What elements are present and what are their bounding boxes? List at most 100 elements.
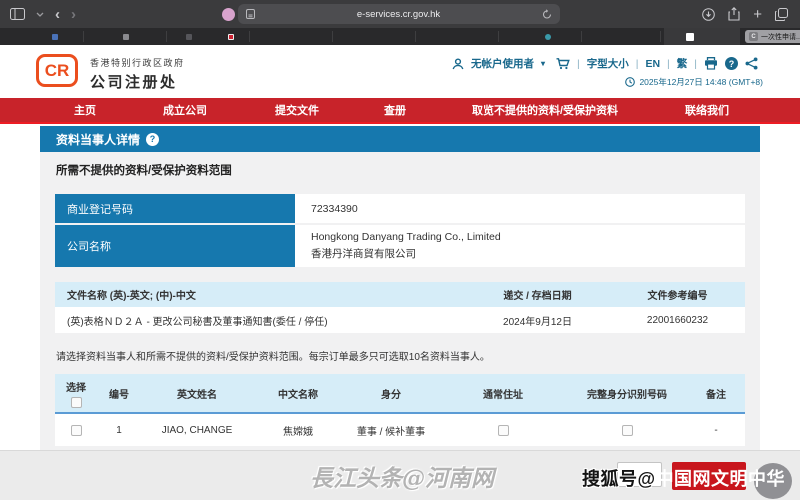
col-no: 编号: [109, 389, 129, 401]
tab-overview-icon[interactable]: [775, 7, 788, 21]
company-name-en: Hongkong Danyang Trading Co., Limited: [311, 231, 501, 243]
col-doc-date: 递交 / 存档日期: [503, 291, 572, 302]
separator: |: [576, 57, 580, 70]
col-address: 通常住址: [483, 389, 523, 401]
print-icon[interactable]: [704, 57, 718, 70]
col-select: 选择: [66, 382, 86, 394]
reader-view-icon[interactable]: [246, 9, 255, 19]
utility-bar: 无帐户使用者 ▾ | 字型大小 | EN | 繁 | ?: [452, 56, 758, 71]
sidebar-icon[interactable]: [10, 8, 25, 20]
address-bar[interactable]: e-services.cr.gov.hk: [238, 4, 560, 24]
font-size-control[interactable]: 字型大小: [587, 56, 629, 71]
help-icon[interactable]: ?: [725, 57, 738, 70]
section-heading: 所需不提供的资料/受保护资料范围: [56, 165, 232, 177]
page-bottom: 長江头条@河南网 搜狐号@中国网文明中华: [0, 450, 800, 500]
nav-item-contact[interactable]: 联络我们: [685, 98, 729, 122]
document-table: 文件名称 (英)-英文; (中)-中文 递交 / 存档日期 文件参考编号 (英)…: [55, 282, 745, 333]
separator: |: [667, 57, 670, 70]
nav-item-search[interactable]: 查册: [384, 98, 406, 122]
cr-logo[interactable]: CR: [36, 54, 78, 87]
col-name-en: 英文姓名: [177, 389, 217, 401]
subject-remark: -: [714, 424, 718, 436]
share-icon[interactable]: [728, 7, 740, 21]
timestamp-text: 2025年12月27日 14:48 (GMT+8): [639, 77, 763, 87]
company-info-table: 商业登记号码 72334390 公司名称 Hongkong Danyang Tr…: [55, 194, 745, 269]
right-watermark: 搜狐号@中国网文明中华: [582, 465, 785, 491]
lang-traditional[interactable]: 繁: [677, 56, 688, 71]
timestamp: 2025年12月27日 14:48 (GMT+8): [625, 76, 763, 88]
company-name-zh: 香港丹洋商貿有限公司: [311, 248, 416, 260]
select-all-checkbox[interactable]: [70, 396, 82, 408]
tab-favicon[interactable]: [686, 33, 694, 41]
site-header: CR 香港特别行政区政府 公司注册处 无帐户使用者 ▾ | 字型大小 | EN …: [0, 45, 800, 98]
new-tab-icon[interactable]: +: [753, 6, 762, 23]
reload-icon[interactable]: [542, 8, 552, 20]
nav-item-home[interactable]: 主页: [74, 98, 96, 122]
forward-button[interactable]: ›: [71, 7, 76, 22]
table-row: (英)表格ＮＤ２Ａ - 更改公司秘書及董事通知書(委任 / 停任) 2024年9…: [55, 307, 745, 333]
downloads-icon[interactable]: [702, 7, 716, 21]
table-row: 1 JIAO, CHANGE 焦嫦娥 董事 / 候补董事 -: [55, 414, 745, 446]
page-title: 资料当事人详情: [56, 132, 141, 147]
doc-name: (英)表格ＮＤ２Ａ - 更改公司秘書及董事通知書(委任 / 停任): [67, 316, 328, 328]
center-watermark: 長江头条@河南网: [310, 465, 494, 492]
active-tab[interactable]: [664, 28, 740, 45]
col-remark: 备注: [706, 389, 726, 401]
lang-en[interactable]: EN: [645, 58, 660, 70]
table-row: 公司名称 Hongkong Danyang Trading Co., Limit…: [55, 225, 745, 267]
tab-strip: C 一次性申请...: [0, 28, 800, 45]
col-doc-ref: 文件参考编号: [647, 291, 708, 302]
share-page-icon[interactable]: [745, 57, 758, 70]
page-title-bar: 资料当事人详情 ?: [40, 126, 760, 152]
table-row: 商业登记号码 72334390: [55, 194, 745, 223]
tab-favicon[interactable]: [545, 34, 551, 40]
url-text: e-services.cr.gov.hk: [356, 8, 441, 20]
back-button[interactable]: ‹: [55, 7, 60, 22]
pinned-tab-label: 一次性申请...: [761, 33, 800, 41]
browser-toolbar: ‹ › e-services.cr.gov.hk +: [0, 0, 800, 28]
user-menu[interactable]: 无帐户使用者: [471, 56, 534, 71]
gov-line: 香港特别行政区政府: [90, 58, 185, 68]
clock-icon: [625, 77, 636, 87]
agency-title: 香港特别行政区政府 公司注册处: [90, 56, 185, 92]
tab-favicon[interactable]: [228, 34, 234, 40]
company-name-label: 公司名称: [55, 225, 295, 267]
user-icon: [452, 57, 464, 70]
subject-name-en: JIAO, CHANGE: [161, 424, 233, 436]
col-capacity: 身分: [381, 389, 401, 401]
user-caret-icon[interactable]: ▾: [541, 59, 545, 68]
nav-item-incorporation[interactable]: 成立公司: [163, 98, 207, 122]
pinned-tab[interactable]: C 一次性申请...: [745, 30, 800, 43]
tab-favicon[interactable]: [52, 34, 58, 40]
tab-favicon[interactable]: [186, 34, 192, 40]
pinned-tab-favicon: C: [749, 32, 758, 41]
nav-item-protected-info[interactable]: 取览不提供的资料/受保护资料: [472, 98, 618, 122]
cart-icon[interactable]: [556, 57, 570, 70]
screen: ‹ › e-services.cr.gov.hk + C 一次性申请... CR…: [0, 0, 800, 500]
watermark-site: 中国网文明中华: [655, 469, 786, 489]
main-nav: 主页 成立公司 提交文件 查册 取览不提供的资料/受保护资料 联络我们: [0, 98, 800, 124]
brn-label: 商业登记号码: [55, 194, 295, 223]
main-content: 资料当事人详情 ? 所需不提供的资料/受保护资料范围 商业登记号码 723343…: [40, 126, 760, 450]
row-select-checkbox[interactable]: [70, 424, 82, 436]
document-table-header: 文件名称 (英)-英文; (中)-中文 递交 / 存档日期 文件参考编号: [55, 282, 745, 307]
nav-item-filing[interactable]: 提交文件: [275, 98, 319, 122]
data-subjects-table: 选择 编号 英文姓名 中文名称 身分 通常住址 完整身分识别号码 备注 1 JI…: [55, 374, 745, 446]
subjects-table-header: 选择 编号 英文姓名 中文名称 身分 通常住址 完整身分识别号码 备注: [55, 374, 745, 414]
col-name-zh: 中文名称: [278, 389, 318, 401]
id-number-checkbox[interactable]: [621, 424, 633, 436]
address-checkbox[interactable]: [497, 424, 509, 436]
tab-favicon[interactable]: [123, 34, 129, 40]
instruction-text: 请选择资料当事人和所需不提供的资料/受保护资料范围。每宗订单最多只可选取10名资…: [56, 352, 490, 363]
col-doc-name: 文件名称 (英)-英文; (中)-中文: [67, 291, 196, 302]
sidebar-chevron-icon[interactable]: [36, 12, 44, 17]
page-help-icon[interactable]: ?: [146, 132, 160, 146]
watermark-sohu: 搜狐号@: [582, 469, 656, 489]
doc-ref: 22001660232: [646, 314, 709, 326]
doc-date: 2024年9月12日: [503, 316, 572, 328]
dept-line: 公司注册处: [90, 74, 178, 91]
extension-icon[interactable]: [222, 7, 235, 21]
subject-capacity: 董事 / 候补董事: [356, 426, 426, 438]
brn-value: 72334390: [311, 202, 358, 215]
subject-name-zh: 焦嫦娥: [283, 426, 313, 438]
